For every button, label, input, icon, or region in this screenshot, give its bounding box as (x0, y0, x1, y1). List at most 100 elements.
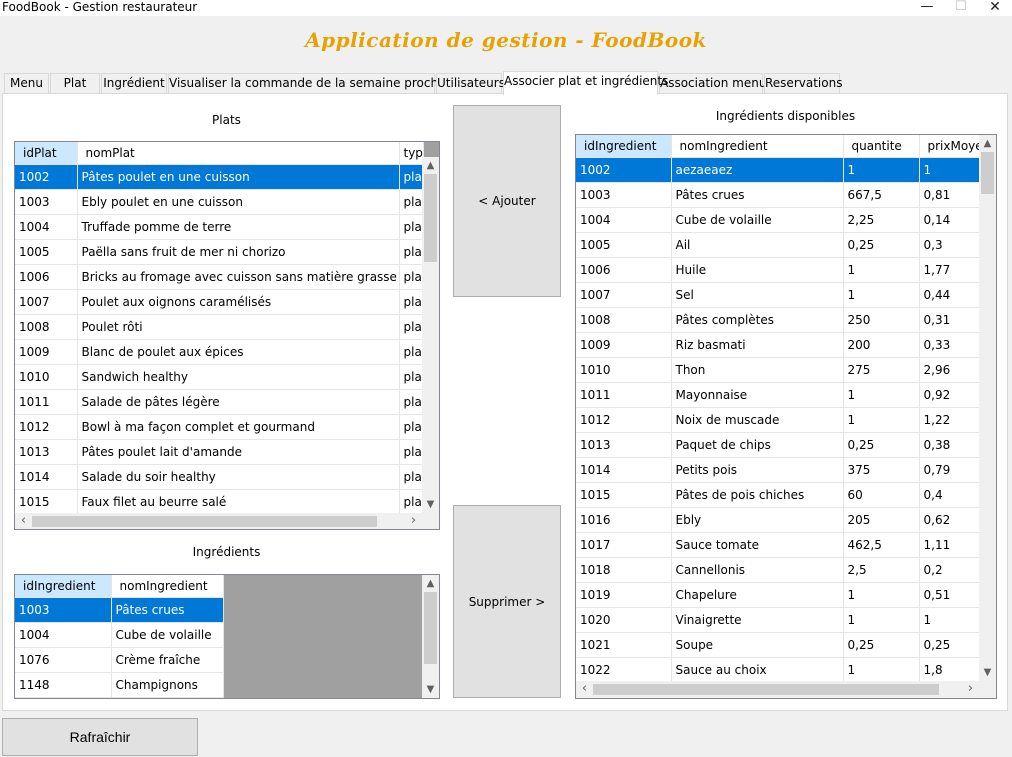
table-row[interactable]: 1017 Sauce tomate 462,5 1,11 (576, 532, 982, 558)
table-row[interactable]: 1010 Thon 275 2,96 (576, 357, 982, 383)
scroll-thumb[interactable] (981, 152, 994, 194)
table-cell[interactable]: 0,2 (919, 557, 982, 583)
table-cell[interactable]: 1,8 (919, 657, 982, 683)
column-header-idingredient[interactable]: idIngredient (576, 135, 672, 158)
table-cell[interactable]: Cube de volaille (671, 207, 844, 233)
scroll-thumb[interactable] (424, 174, 437, 262)
table-cell[interactable]: Pâtes complètes (671, 307, 844, 333)
table-row[interactable]: 1012 Noix de muscade 1 1,22 (576, 407, 982, 433)
table-cell[interactable]: 1013 (576, 432, 672, 458)
table-cell[interactable]: 1 (843, 282, 920, 308)
table-cell[interactable]: 2,5 (843, 557, 920, 583)
ajouter-button[interactable]: < Ajouter (453, 105, 561, 297)
table-cell[interactable]: 1009 (15, 339, 78, 365)
table-row[interactable]: 1021 Soupe 0,25 0,25 (576, 632, 982, 658)
table-cell[interactable]: Pâtes poulet en une cuisson (77, 164, 400, 190)
tab-visualiser-commande[interactable]: Visualiser la commande de la semaine pro… (168, 73, 464, 94)
table-row[interactable]: 1003 Pâtes crues (15, 597, 224, 623)
table-cell[interactable]: Petits pois (671, 457, 844, 483)
table-cell[interactable]: Ebly poulet en une cuisson (77, 189, 400, 215)
column-header-nomplat[interactable]: nomPlat (77, 142, 400, 165)
table-cell[interactable]: 2,25 (843, 207, 920, 233)
table-cell[interactable]: plat (399, 364, 424, 390)
table-cell[interactable]: Paëlla sans fruit de mer ni chorizo (77, 239, 400, 265)
table-cell[interactable]: Salade du soir healthy (77, 464, 400, 490)
column-header-type[interactable]: typ (399, 142, 424, 165)
tab-associer-plat-ingredients[interactable]: Associer plat et ingrédients (503, 71, 668, 95)
rafraichir-button[interactable]: Rafraîchir (2, 718, 198, 756)
table-cell[interactable]: 1003 (15, 597, 112, 623)
table-row[interactable]: 1011Salade de pâtes légèreplat (15, 389, 424, 415)
scroll-down-icon[interactable]: ▼ (422, 496, 439, 513)
table-cell[interactable]: 0,25 (919, 632, 982, 658)
table-row[interactable]: 1009Blanc de poulet aux épicesplat (15, 339, 424, 365)
table-cell[interactable]: Pâtes crues (671, 182, 844, 208)
table-cell[interactable]: Sandwich healthy (77, 364, 400, 390)
table-cell[interactable]: 1,77 (919, 257, 982, 283)
table-row[interactable]: 1007 Sel 1 0,44 (576, 282, 982, 308)
table-row[interactable]: 1148 Champignons (15, 672, 224, 698)
table-cell[interactable]: 1014 (576, 457, 672, 483)
scroll-right-icon[interactable]: › (962, 681, 979, 698)
table-cell[interactable]: plat (399, 339, 424, 365)
table-cell[interactable]: 1 (843, 657, 920, 683)
table-cell[interactable]: 1013 (15, 439, 78, 465)
ingredients-disponibles-grid[interactable]: idIngredient nomIngredient quantite prix… (575, 134, 997, 699)
table-cell[interactable]: 1021 (576, 632, 672, 658)
table-cell[interactable]: aezaeaez (671, 157, 844, 183)
table-row[interactable]: 1004Truffade pomme de terreplat (15, 214, 424, 240)
tab-utilisateurs[interactable]: Utilisateurs (436, 73, 505, 94)
table-cell[interactable]: 1014 (15, 464, 78, 490)
table-row[interactable]: 1004 Cube de volaille 2,25 0,14 (576, 207, 982, 233)
supprimer-button[interactable]: Supprimer > (453, 505, 561, 698)
table-cell[interactable]: 1148 (15, 672, 112, 698)
table-cell[interactable]: plat (399, 189, 424, 215)
table-cell[interactable]: 1020 (576, 607, 672, 633)
table-row[interactable]: 1015Faux filet au beurre saléplat (15, 489, 424, 515)
table-cell[interactable]: 0,3 (919, 232, 982, 258)
table-cell[interactable]: 0,25 (843, 232, 920, 258)
table-cell[interactable]: 0,44 (919, 282, 982, 308)
table-cell[interactable]: 1008 (576, 307, 672, 333)
table-cell[interactable]: 1004 (15, 214, 78, 240)
table-row[interactable]: 1002 aezaeaez 1 1 (576, 157, 982, 183)
table-cell[interactable]: 1003 (576, 182, 672, 208)
scroll-left-icon[interactable]: ‹ (576, 681, 593, 698)
table-cell[interactable]: 1002 (576, 157, 672, 183)
tab-association-menu[interactable]: Association menu (659, 73, 766, 94)
minimize-icon[interactable]: — (910, 0, 944, 16)
table-cell[interactable]: 0,33 (919, 332, 982, 358)
table-cell[interactable]: Blanc de poulet aux épices (77, 339, 400, 365)
table-cell[interactable]: 1076 (15, 647, 112, 673)
table-row[interactable]: 1003Ebly poulet en une cuissonplat (15, 189, 424, 215)
table-row[interactable]: 1006 Bricks au fromage avec cuisson sans … (15, 264, 424, 290)
table-cell[interactable]: Thon (671, 357, 844, 383)
table-cell[interactable]: 0,79 (919, 457, 982, 483)
table-cell[interactable]: 275 (843, 357, 920, 383)
table-row[interactable]: 1013Pâtes poulet lait d'amandeplat (15, 439, 424, 465)
table-cell[interactable]: 1 (843, 407, 920, 433)
table-cell[interactable]: 0,25 (843, 432, 920, 458)
table-cell[interactable]: 1006 (576, 257, 672, 283)
table-cell[interactable]: 1012 (576, 407, 672, 433)
table-cell[interactable]: 1 (843, 382, 920, 408)
table-cell[interactable]: Sauce au choix (671, 657, 844, 683)
column-header-nomingredient[interactable]: nomIngredient (671, 135, 844, 158)
table-cell[interactable]: 1011 (15, 389, 78, 415)
table-cell[interactable]: 1 (843, 607, 920, 633)
table-cell[interactable]: plat (399, 464, 424, 490)
table-cell[interactable]: Ail (671, 232, 844, 258)
table-cell[interactable]: 0,38 (919, 432, 982, 458)
table-cell[interactable]: 1007 (576, 282, 672, 308)
table-cell[interactable]: 60 (843, 482, 920, 508)
table-cell[interactable]: Vinaigrette (671, 607, 844, 633)
table-cell[interactable]: 1015 (576, 482, 672, 508)
scroll-thumb[interactable] (593, 684, 939, 695)
table-cell[interactable]: 1004 (15, 622, 112, 648)
column-header-idingredient[interactable]: idIngredient (15, 575, 112, 598)
table-cell[interactable]: Sauce tomate (671, 532, 844, 558)
scroll-up-icon[interactable]: ▲ (422, 157, 439, 174)
table-row[interactable]: 1012 Bowl à ma façon complet et gourmand p… (15, 414, 424, 440)
table-cell[interactable]: plat (399, 164, 424, 190)
column-header-prixmoyen[interactable]: prixMoyer (919, 135, 982, 158)
